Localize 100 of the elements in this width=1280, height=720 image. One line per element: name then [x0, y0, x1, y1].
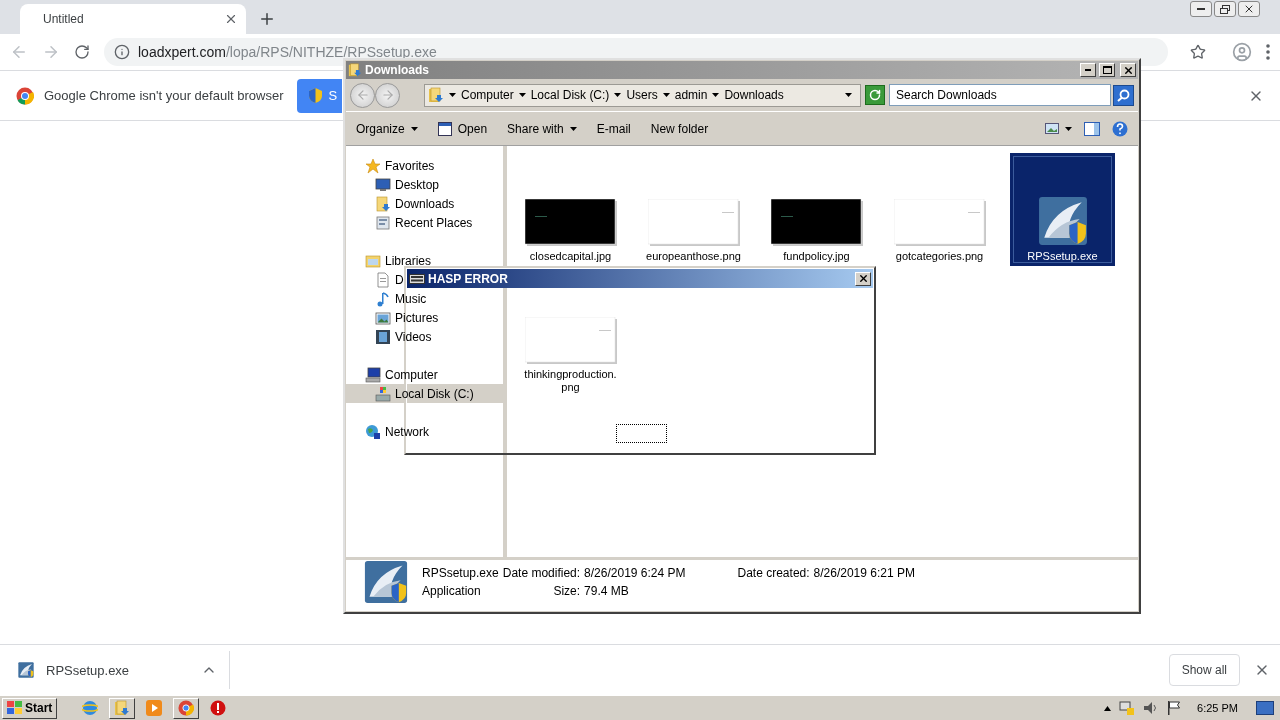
download-item[interactable]: RPSsetup.exe: [18, 651, 230, 689]
globe-icon: [82, 700, 99, 716]
view-button[interactable]: [1045, 123, 1072, 134]
dialog-title: HASP ERROR: [428, 271, 509, 286]
show-all-button[interactable]: Show all: [1168, 654, 1240, 686]
address-bar[interactable]: Computer Local Disk (C:) Users admin Downloads: [424, 83, 861, 107]
folder-icon: [375, 195, 391, 212]
toolbar-button[interactable]: Share with: [507, 121, 577, 136]
nav-item[interactable]: Music: [346, 289, 503, 308]
flag-icon: [1167, 700, 1182, 716]
help-button[interactable]: [1112, 120, 1128, 137]
breadcrumb[interactable]: Local Disk (C:): [530, 88, 610, 102]
minimize-icon: [1197, 8, 1205, 10]
caret-icon: [569, 126, 577, 131]
music-note-icon: [375, 290, 391, 307]
avatar-icon: [1232, 42, 1252, 62]
dropdown-caret-icon: [845, 93, 852, 97]
caret-icon: [712, 93, 720, 97]
clock: 6:25 PM: [1197, 702, 1238, 714]
field-label: Size:: [552, 584, 581, 598]
picture-frame-icon: [375, 309, 391, 326]
start-button[interactable]: Start: [2, 697, 58, 719]
network-icon: [1119, 700, 1136, 716]
field-value: 8/26/2019 6:21 PM: [813, 566, 915, 580]
field-value: 8/26/2019 6:24 PM: [584, 566, 686, 580]
forward-arrow-icon: [42, 43, 60, 61]
toolbar-button[interactable]: Organize: [356, 121, 418, 136]
caret-icon: [410, 126, 418, 131]
maximize-icon: [1102, 66, 1112, 74]
nav-item[interactable]: Recent Places: [346, 213, 503, 232]
folder-icon: [114, 700, 131, 716]
toolbar-button[interactable]: E-mail: [596, 121, 631, 136]
restore-icon: [1220, 4, 1230, 14]
monitor-icon: [375, 176, 391, 193]
folder-taskbar-icon[interactable]: [109, 697, 136, 719]
caret-icon: [449, 93, 456, 97]
close-icon: [1243, 3, 1255, 15]
file-item[interactable]: thinkingproduction.png: [518, 271, 623, 397]
nav-item[interactable]: Network: [346, 422, 503, 441]
menu-button[interactable]: [1266, 44, 1270, 60]
reload-button[interactable]: [74, 44, 90, 60]
caret-icon: [662, 93, 670, 97]
setup-app-icon: [1037, 196, 1088, 246]
refresh-icon: [869, 89, 881, 101]
refresh-button[interactable]: [865, 85, 885, 105]
close-button[interactable]: [1238, 1, 1260, 17]
set-default-button[interactable]: S: [297, 78, 343, 113]
file-item[interactable]: gotcategories.png: [887, 153, 992, 266]
file-name: RPSsetup.exe: [422, 566, 499, 580]
maximize-button[interactable]: [1099, 63, 1115, 77]
breadcrumb[interactable]: Downloads: [724, 88, 784, 102]
nav-item[interactable]: Downloads: [346, 194, 503, 213]
folder-icon: [348, 63, 362, 77]
breadcrumb[interactable]: Users: [626, 88, 658, 102]
breadcrumb[interactable]: admin: [674, 88, 708, 102]
caret-icon: [1065, 126, 1072, 131]
close-icon: [1122, 64, 1134, 76]
new-tab-button[interactable]: [258, 10, 276, 28]
star-icon: [365, 157, 381, 174]
stop-icon: [210, 700, 227, 716]
nav-item[interactable]: Computer: [346, 365, 503, 384]
file-type: Application: [422, 584, 482, 598]
search-button[interactable]: [1113, 84, 1134, 106]
show-desktop-button[interactable]: [1256, 700, 1274, 716]
nav-item[interactable]: Libraries: [346, 251, 503, 270]
star-icon: [1190, 44, 1206, 60]
film-icon: [375, 328, 391, 345]
browser-tab[interactable]: Untitled: [20, 4, 246, 34]
file-item[interactable]: fundpolicy.jpg: [764, 153, 869, 266]
nav-item[interactable]: Videos: [346, 327, 503, 346]
view-icon: [1045, 123, 1059, 134]
library-icon: [365, 252, 381, 269]
caret-icon: [518, 93, 526, 97]
file-item[interactable]: europeanthose.png: [641, 153, 746, 266]
keyboard-icon: [409, 272, 425, 285]
globe-icon: [365, 423, 381, 440]
field-label: Date modified:: [502, 566, 581, 580]
minimize-button[interactable]: [1190, 1, 1212, 17]
toolbar-button[interactable]: Open: [437, 121, 488, 136]
dialog-button[interactable]: [615, 424, 667, 443]
toolbar-button[interactable]: New folder: [650, 121, 709, 136]
breadcrumb[interactable]: Computer: [461, 88, 514, 102]
nav-item[interactable]: Pictures: [346, 308, 503, 327]
preview-pane-button[interactable]: [1084, 121, 1100, 136]
document-icon: [375, 271, 391, 288]
recent-places-icon: [375, 214, 391, 231]
nav-item[interactable]: Favorites: [346, 156, 503, 175]
nav-item[interactable]: Local Disk (C:): [346, 384, 503, 403]
profile-button[interactable]: [1232, 42, 1252, 62]
restore-button[interactable]: [1214, 1, 1236, 17]
search-field[interactable]: Search Downloads: [889, 84, 1111, 106]
help-icon: [1112, 120, 1128, 137]
chrome-taskbar-icon[interactable]: [173, 697, 200, 719]
nav-item[interactable]: Desktop: [346, 175, 503, 194]
caret-up-icon: [1104, 705, 1112, 711]
field-value: 79.4 MB: [584, 584, 630, 598]
setup-app-icon: [364, 560, 408, 604]
windows-flag-icon: [7, 701, 23, 715]
file-item[interactable]: closedcapital.jpg: [518, 153, 623, 266]
file-item[interactable]: RPSsetup.exe: [1010, 153, 1115, 266]
